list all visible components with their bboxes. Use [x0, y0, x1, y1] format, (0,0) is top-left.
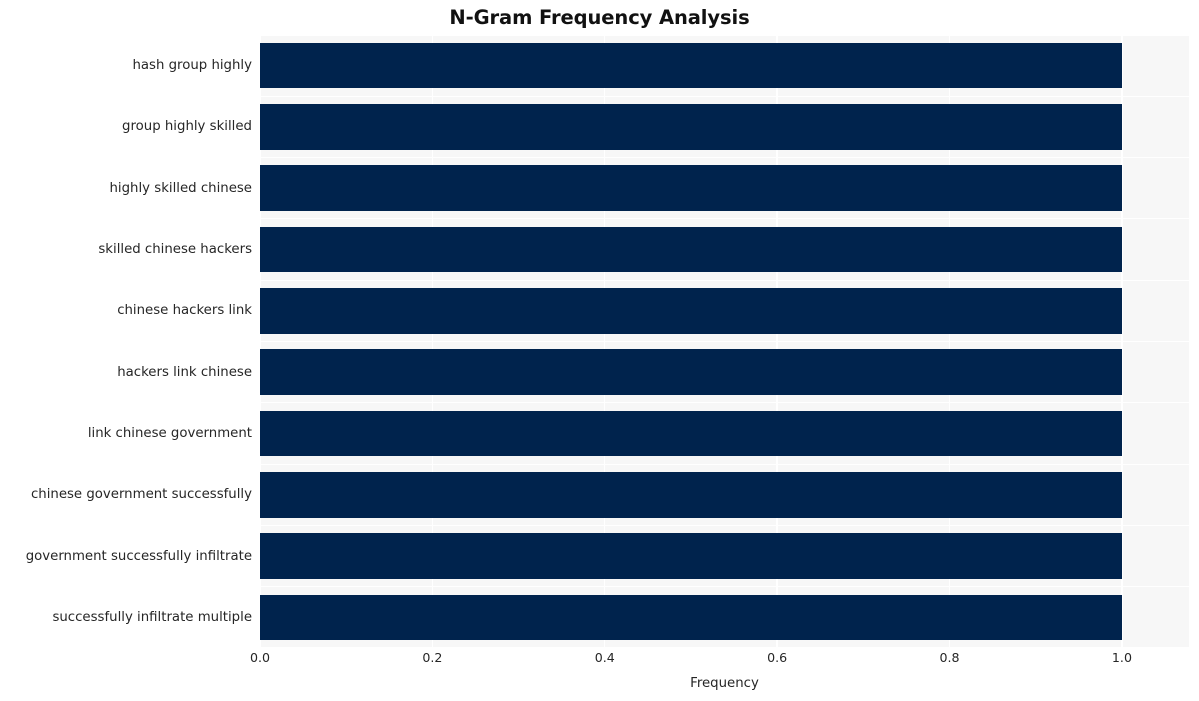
horizontal-gridline: [260, 463, 1189, 465]
x-tick-label: 0.6: [767, 650, 788, 665]
bar: [260, 165, 1122, 212]
y-tick-label: chinese hackers link: [117, 303, 252, 319]
y-tick-label: hackers link chinese: [117, 364, 252, 380]
y-tick-label: highly skilled chinese: [109, 180, 253, 196]
y-tick-label: successfully infiltrate multiple: [52, 609, 252, 625]
y-tick-label: chinese government successfully: [30, 487, 252, 503]
x-tick-label: 0.0: [249, 650, 271, 665]
x-axis-label: Frequency: [690, 676, 759, 691]
bar: [260, 471, 1122, 518]
bar: [260, 533, 1122, 579]
horizontal-gridline: [260, 157, 1189, 159]
y-tick-label: skilled chinese hackers: [98, 242, 252, 258]
plot-area: [260, 35, 1189, 648]
bar: [260, 104, 1122, 150]
horizontal-gridline: [260, 218, 1189, 220]
horizontal-gridline: [260, 524, 1189, 526]
y-tick-label: hash group highly: [132, 58, 252, 74]
x-tick-label: 0.4: [594, 650, 615, 665]
bar: [260, 410, 1122, 457]
horizontal-gridline: [260, 95, 1189, 97]
x-tick-label: 0.2: [422, 650, 443, 665]
horizontal-gridline: [260, 340, 1189, 343]
y-tick-label: link chinese government: [87, 425, 252, 441]
y-axis-tick-labels: hash group highly group highly skilled hig…: [0, 35, 252, 648]
bar: [260, 594, 1122, 641]
horizontal-gridline: [260, 402, 1189, 404]
horizontal-gridline: [260, 647, 1189, 648]
chart-figure: N-Gram Frequency Analysis hash group hig…: [0, 0, 1199, 701]
horizontal-gridline: [260, 586, 1189, 588]
y-tick-label: group highly skilled: [122, 119, 252, 135]
x-tick-label: 1.0: [1111, 650, 1132, 665]
y-tick-label: government successfully infiltrate: [25, 548, 252, 564]
horizontal-gridline: [260, 279, 1189, 281]
bar: [260, 226, 1122, 273]
bar: [260, 288, 1122, 334]
horizontal-gridline: [260, 35, 1189, 36]
x-axis-tick-labels: 0.0 0.2 0.4 0.6 0.8 1.0: [250, 650, 1189, 672]
chart-title: N-Gram Frequency Analysis: [449, 6, 750, 29]
bar: [260, 42, 1122, 89]
bar: [260, 349, 1122, 395]
x-tick-label: 0.8: [939, 650, 960, 665]
